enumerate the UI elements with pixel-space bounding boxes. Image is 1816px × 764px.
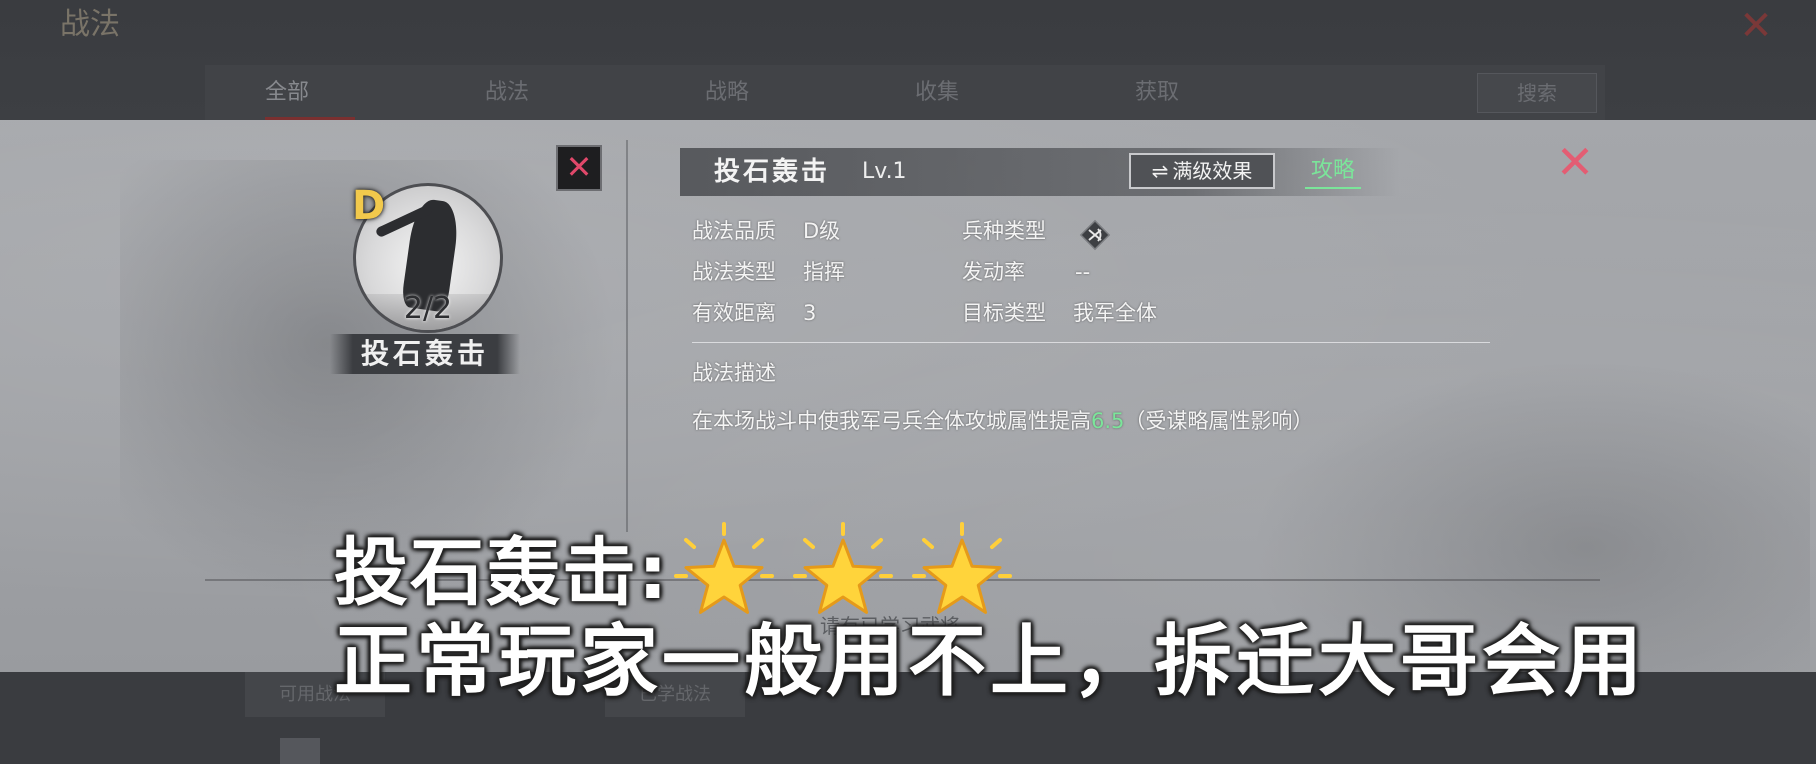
background-footer-text bbox=[80, 735, 300, 764]
skill-name-plate: 投石轰击 bbox=[330, 334, 520, 374]
background-close-icon: ✕ bbox=[1739, 3, 1773, 49]
background-tab-bar: 全部 战法 战略 收集 获取 bbox=[205, 65, 1605, 120]
troop-type-label: 兵种类型 bbox=[962, 219, 1046, 243]
skill-level: Lv.1 bbox=[862, 159, 907, 184]
quality-label: 战法品质 bbox=[692, 219, 776, 243]
description-text: 在本场战斗中使我军弓兵全体攻城属性提高6.5（受谋略属性影响） bbox=[692, 405, 1452, 437]
activation-rate-label: 发动率 bbox=[962, 260, 1025, 284]
range-value: 3 bbox=[803, 301, 817, 325]
max-level-effect-button[interactable]: ⇌ 满级效果 bbox=[1129, 153, 1275, 189]
description-text-after: （受谋略属性影响） bbox=[1124, 409, 1314, 433]
target-type-value: 我军全体 bbox=[1073, 301, 1157, 325]
background-tab-collect: 收集 bbox=[915, 80, 960, 105]
description-highlight-value: 6.5 bbox=[1091, 409, 1125, 433]
swap-icon: ⇌ bbox=[1151, 159, 1169, 183]
background-logo: 战法 bbox=[60, 7, 120, 42]
background-search-button: 搜索 bbox=[1477, 73, 1597, 113]
target-type-label: 目标类型 bbox=[962, 301, 1046, 325]
star-icon bbox=[912, 522, 1012, 614]
description-text-before: 在本场战斗中使我军弓兵全体攻城属性提高 bbox=[692, 409, 1091, 433]
max-level-effect-label: 满级效果 bbox=[1172, 159, 1253, 183]
skill-count: 2/2 bbox=[403, 291, 453, 326]
quality-value: D级 bbox=[803, 219, 841, 243]
guide-link[interactable]: 攻略 bbox=[1305, 153, 1361, 189]
caption-title: 投石轰击: bbox=[334, 530, 670, 616]
skill-title: 投石轰击 bbox=[714, 157, 831, 187]
star-icon bbox=[793, 522, 893, 614]
dismiss-skill-button[interactable]: ✕ bbox=[556, 145, 602, 191]
type-label: 战法类型 bbox=[692, 260, 776, 284]
close-icon[interactable]: ✕ bbox=[1553, 139, 1597, 185]
skill-grade-badge: D bbox=[352, 183, 386, 229]
background-footer-box bbox=[280, 738, 320, 764]
description-heading: 战法描述 bbox=[692, 361, 776, 385]
background-tab-tactic: 战法 bbox=[485, 80, 530, 105]
type-value: 指挥 bbox=[803, 260, 845, 284]
star-icon bbox=[674, 522, 774, 614]
background-tab-all: 全部 bbox=[265, 65, 355, 120]
background-tab-strategy: 战略 bbox=[705, 80, 750, 105]
info-divider bbox=[692, 342, 1490, 343]
range-label: 有效距离 bbox=[692, 301, 776, 325]
panel-divider-vertical bbox=[626, 140, 628, 532]
background-footer-number bbox=[830, 738, 930, 764]
background-tab-obtain: 获取 bbox=[1135, 80, 1180, 105]
activation-rate-value: -- bbox=[1075, 260, 1091, 284]
crossbow-icon bbox=[1079, 219, 1111, 251]
caption-comment: 正常玩家一般用不上，拆迁大哥会用 bbox=[334, 617, 1647, 707]
